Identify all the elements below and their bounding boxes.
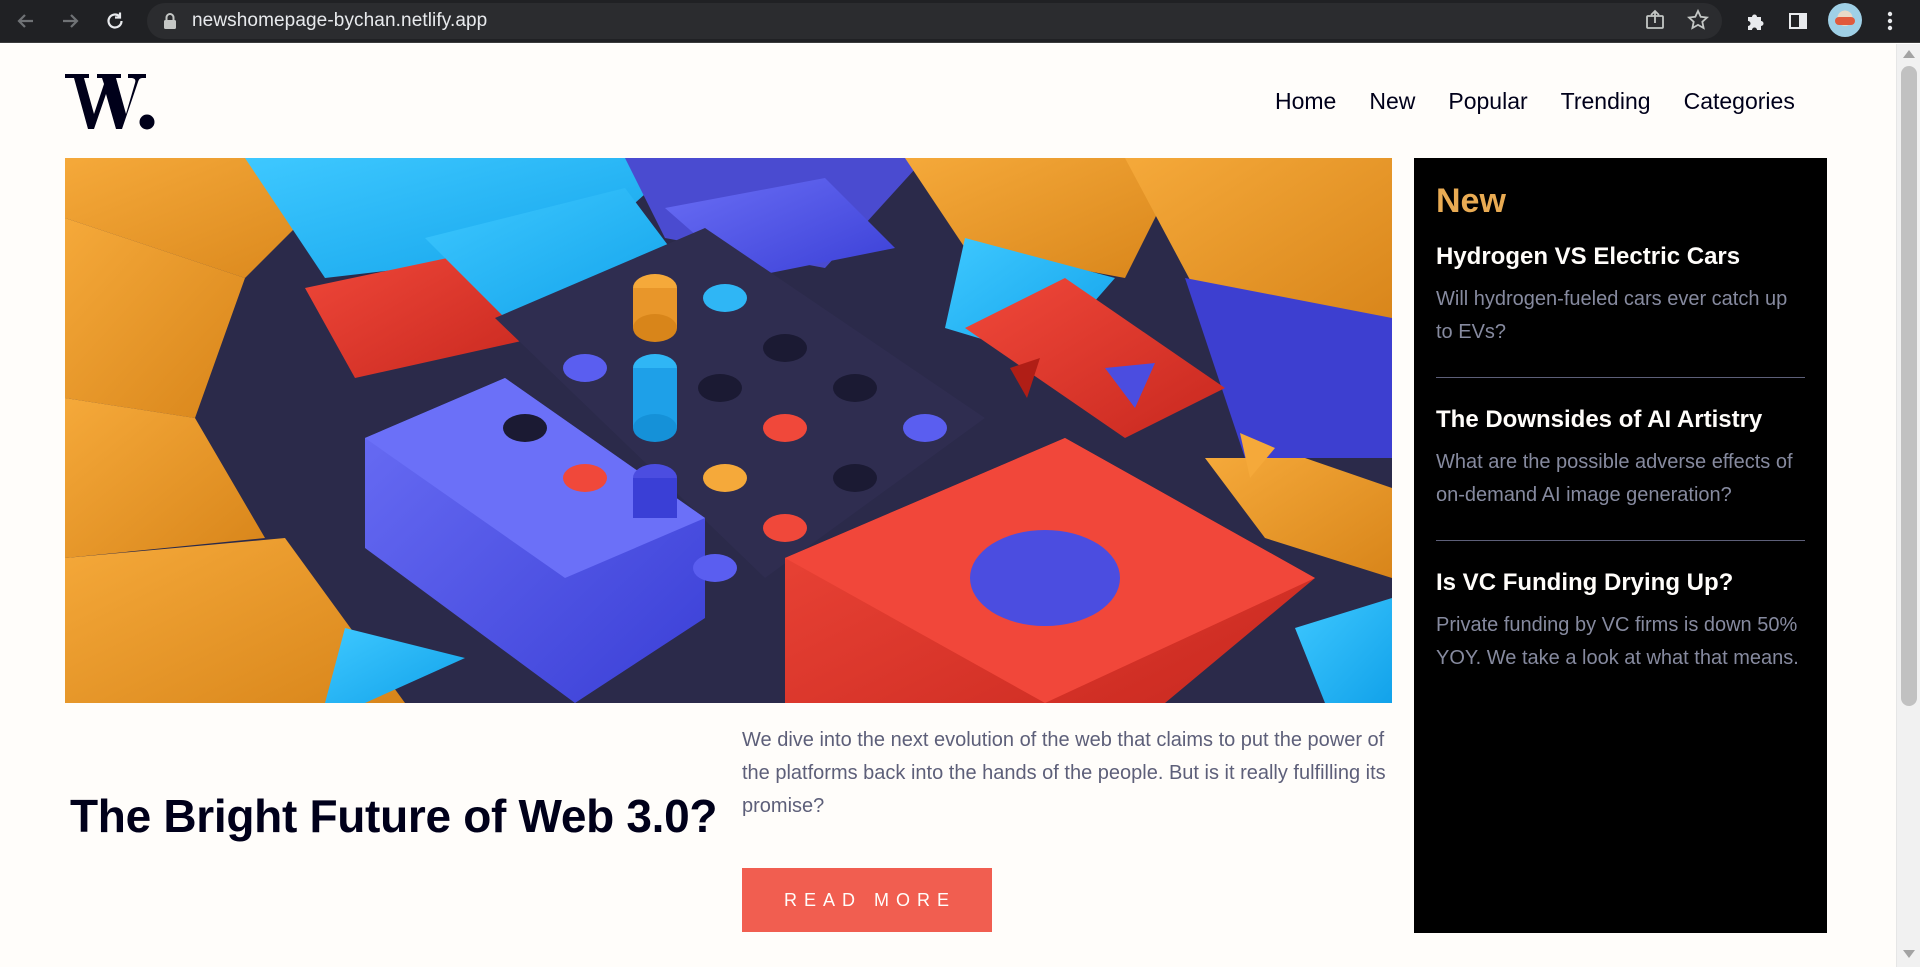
address-bar[interactable]: newshomepage-bychan.netlify.app	[147, 3, 1722, 39]
main-nav: Home New Popular Trending Categories	[1275, 88, 1828, 115]
profile-avatar[interactable]	[1828, 3, 1862, 37]
nav-trending[interactable]: Trending	[1561, 88, 1651, 115]
reload-icon	[107, 12, 123, 29]
forward-arrow-icon	[63, 14, 79, 28]
sidebar-article-desc: What are the possible adverse effects of…	[1436, 451, 1793, 506]
back-button[interactable]	[11, 6, 41, 36]
back-arrow-icon	[17, 14, 33, 28]
sidebar-article-title[interactable]: Is VC Funding Drying Up?	[1436, 569, 1805, 597]
read-more-button[interactable]: READ MORE	[742, 868, 992, 932]
page-viewport: Home New Popular Trending Categories The…	[0, 44, 1896, 967]
sidebar-article[interactable]: Is VC Funding Drying Up? Private funding…	[1436, 569, 1805, 675]
hero-headline: The Bright Future of Web 3.0?	[70, 790, 718, 842]
extensions-puzzle-icon[interactable]	[1740, 6, 1770, 36]
url-text: newshomepage-bychan.netlify.app	[192, 10, 488, 31]
nav-popular[interactable]: Popular	[1448, 88, 1527, 115]
share-icon[interactable]	[1640, 5, 1670, 35]
sidebar-article-title[interactable]: The Downsides of AI Artistry	[1436, 406, 1805, 434]
sidebar-article-title[interactable]: Hydrogen VS Electric Cars	[1436, 243, 1805, 271]
sidebar-article-desc: Private funding by VC firms is down 50% …	[1436, 614, 1799, 669]
browser-toolbar: newshomepage-bychan.netlify.app	[0, 0, 1920, 43]
sidebar-article[interactable]: Hydrogen VS Electric Cars Will hydrogen-…	[1436, 243, 1805, 349]
scroll-down-arrow-icon[interactable]	[1903, 950, 1915, 958]
scroll-up-arrow-icon[interactable]	[1903, 50, 1915, 58]
hero-image	[65, 158, 1392, 703]
page-scrollbar[interactable]	[1896, 44, 1920, 967]
scrollbar-thumb[interactable]	[1901, 66, 1917, 706]
bookmark-star-icon[interactable]	[1683, 5, 1713, 35]
sidebar-article[interactable]: The Downsides of AI Artistry What are th…	[1436, 406, 1805, 512]
forward-button[interactable]	[55, 6, 85, 36]
kebab-menu-icon[interactable]	[1875, 6, 1905, 36]
nav-new[interactable]: New	[1369, 88, 1415, 115]
new-articles-sidebar: New Hydrogen VS Electric Cars Will hydro…	[1414, 158, 1827, 933]
hero-lede: We dive into the next evolution of the w…	[742, 729, 1386, 817]
lock-icon	[163, 12, 177, 35]
reload-button[interactable]	[100, 6, 130, 36]
nav-categories[interactable]: Categories	[1684, 88, 1795, 115]
divider	[1436, 540, 1805, 541]
divider	[1436, 377, 1805, 378]
sidebar-title: New	[1436, 182, 1506, 220]
nav-home[interactable]: Home	[1275, 88, 1336, 115]
side-panel-icon[interactable]	[1783, 6, 1813, 36]
site-logo[interactable]	[65, 72, 155, 137]
sidebar-article-desc: Will hydrogen-fueled cars ever catch up …	[1436, 288, 1788, 343]
